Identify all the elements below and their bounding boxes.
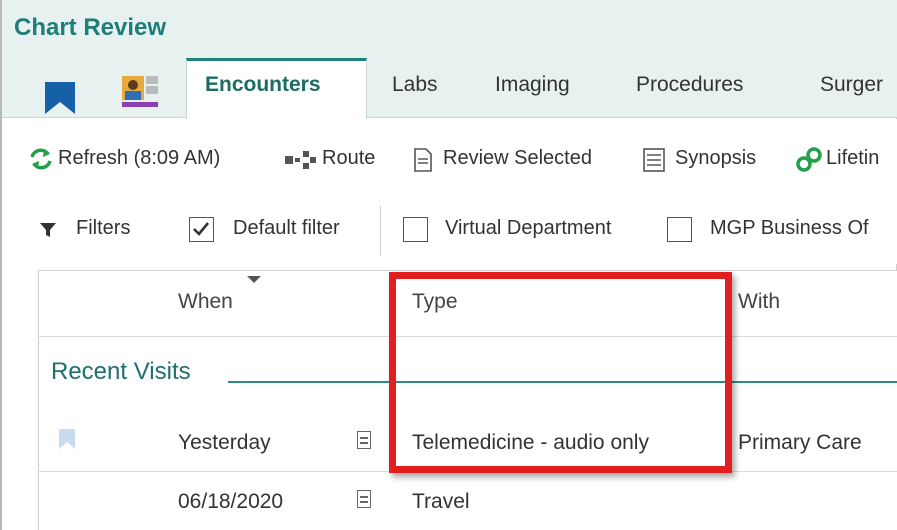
section-title: Recent Visits [51,358,191,385]
default-filter-label[interactable]: Default filter [233,217,340,240]
title-bar: Chart Review [2,0,897,58]
row-when[interactable]: Yesterday [178,431,271,455]
route-icon [285,151,316,169]
filter-icon [40,223,56,237]
row-type[interactable]: Travel [412,490,470,514]
note-icon[interactable] [357,431,371,449]
highlight-box [389,272,732,473]
refresh-button[interactable]: Refresh (8:09 AM) [58,147,220,170]
link-icon [796,147,822,172]
column-when[interactable]: When [178,290,233,314]
row-when[interactable]: 06/18/2020 [178,490,283,514]
tab-labs[interactable]: Labs [392,73,438,97]
app-title: Chart Review [14,14,167,41]
review-selected-button[interactable]: Review Selected [443,147,592,170]
sort-desc-icon[interactable] [247,276,261,283]
tab-procedures[interactable]: Procedures [636,73,743,97]
mgp-business-checkbox[interactable] [667,217,692,242]
default-filter-checkbox[interactable] [189,217,214,242]
mgp-business-label[interactable]: MGP Business Of [710,217,869,240]
synopsis-icon [643,148,665,172]
tab-encounters-label[interactable]: Encounters [205,73,321,97]
note-icon[interactable] [357,490,371,508]
virtual-department-checkbox[interactable] [403,217,428,242]
document-icon [414,148,432,172]
lifetime-button[interactable]: Lifetin [826,147,879,170]
virtual-department-label[interactable]: Virtual Department [445,217,611,240]
route-button[interactable]: Route [322,147,375,170]
filters-button[interactable]: Filters [76,217,130,240]
row-bookmark-icon[interactable] [56,428,78,450]
refresh-icon [30,148,52,170]
patient-photo-icon[interactable] [120,74,160,108]
tab-imaging[interactable]: Imaging [495,73,570,97]
checkmark-icon [193,222,210,236]
row-with[interactable]: Primary Care [738,431,862,455]
filter-divider [380,206,381,256]
column-with[interactable]: With [738,290,780,314]
tab-surgeries[interactable]: Surger [820,73,883,97]
synopsis-button[interactable]: Synopsis [675,147,756,170]
bookmark-icon[interactable] [42,80,78,116]
